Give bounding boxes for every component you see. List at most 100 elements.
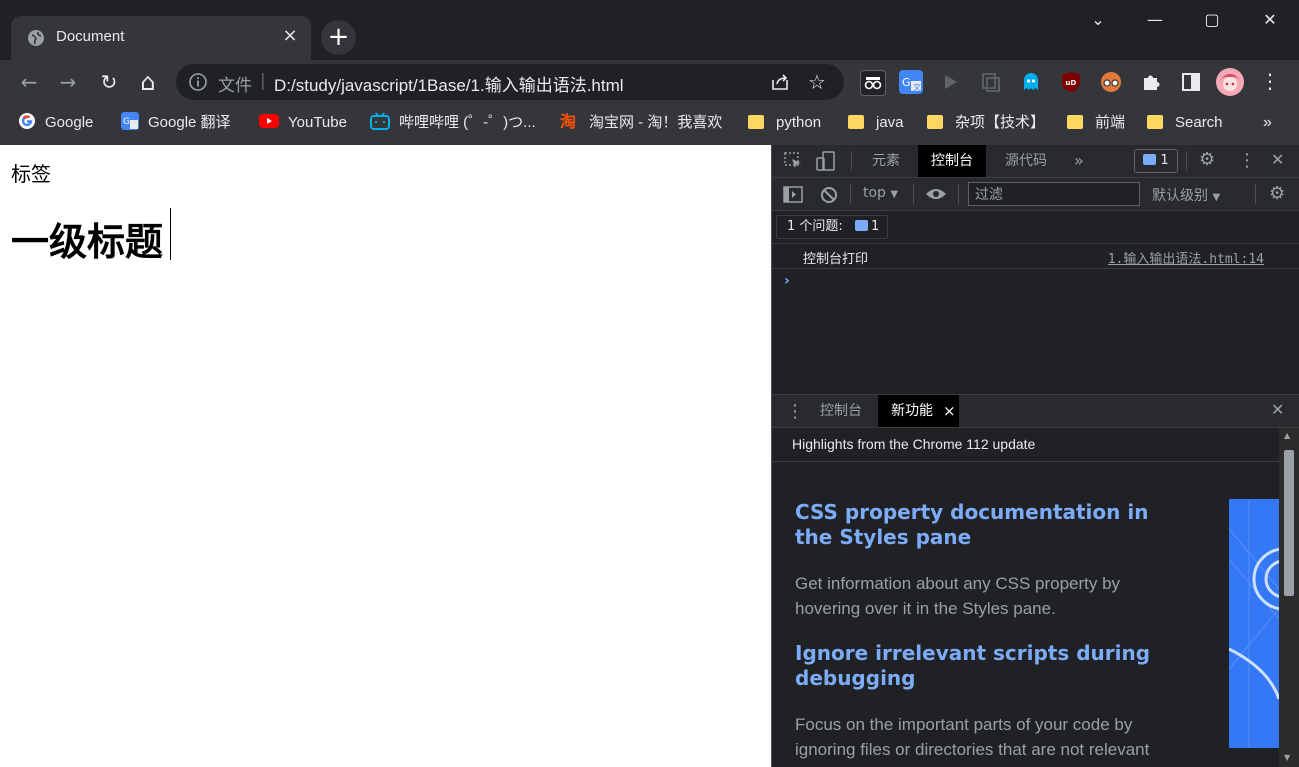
whats-new-video-thumbnail[interactable] [1229, 499, 1279, 748]
message-icon [1143, 154, 1157, 165]
log-level-selector[interactable]: 默认级别 ▼ [1152, 185, 1220, 205]
devtools-menu-icon[interactable]: ⋮ [1238, 150, 1256, 171]
text-caret [170, 208, 171, 260]
bookmark-folder-python[interactable]: python [748, 112, 821, 134]
issues-link[interactable]: 1 个问题: 1 [776, 215, 889, 239]
divider [851, 151, 852, 171]
extension-translate-icon[interactable]: G文 [899, 70, 923, 94]
console-prompt-icon[interactable]: › [784, 273, 790, 289]
bookmark-folder-frontend[interactable]: 前端 [1067, 112, 1125, 134]
tab-sources[interactable]: 源代码 [992, 145, 1060, 177]
inspect-element-icon[interactable] [784, 152, 804, 170]
issues-badge-button[interactable]: 1 [1134, 149, 1178, 173]
device-toolbar-icon[interactable] [816, 151, 836, 171]
extensions-puzzle-icon[interactable] [1139, 70, 1163, 94]
bookmark-folder-java[interactable]: java [848, 112, 904, 134]
info-icon[interactable] [188, 72, 208, 92]
share-icon[interactable] [770, 72, 790, 92]
feature-description: Get information about any CSS property b… [795, 574, 1121, 618]
bilibili-icon [370, 112, 390, 130]
bookmark-label: Google 翻译 [148, 114, 231, 131]
bookmark-star-icon[interactable]: ☆ [808, 70, 826, 94]
globe-icon [28, 30, 44, 46]
scroll-down-icon[interactable]: ▼ [1284, 753, 1290, 762]
feature-heading-link[interactable]: Ignore irrelevant scripts during debuggi… [795, 641, 1175, 691]
extension-copy-icon[interactable] [979, 70, 1003, 94]
console-message-text: 控制台打印 [803, 252, 869, 267]
bookmark-label: 淘宝网 - 淘！我喜欢 [589, 114, 723, 131]
console-message-source-link[interactable]: 1.输入输出语法.html:14 [1108, 248, 1264, 267]
bookmark-folder-misc[interactable]: 杂项【技术】 [927, 112, 1045, 134]
tab-close-icon[interactable]: × [279, 25, 301, 47]
settings-gear-icon[interactable]: ⚙ [1199, 149, 1215, 170]
browser-toolbar: ← → ↻ ⌂ 文件 | D:/study/javascript/1Base/1… [0, 60, 1299, 104]
more-tabs-icon[interactable]: » [1074, 151, 1084, 170]
tab-search-icon[interactable]: ⌄ [1083, 8, 1113, 32]
context-label: top [863, 185, 886, 201]
folder-icon [1067, 115, 1083, 129]
reload-button[interactable]: ↻ [95, 68, 123, 96]
url-text[interactable]: D:/study/javascript/1Base/1.输入输出语法.html [274, 71, 624, 96]
drawer-tab-close-icon[interactable]: × [943, 402, 956, 420]
bookmarks-bar: Google G Google 翻译 YouTube 哔哩哔哩 (゜-゜)つ..… [0, 104, 1299, 145]
bookmark-google[interactable]: Google [18, 112, 93, 134]
bookmarks-overflow-button[interactable]: » [1263, 112, 1272, 134]
address-bar[interactable]: 文件 | D:/study/javascript/1Base/1.输入输出语法.… [176, 64, 844, 100]
side-panel-icon[interactable] [1179, 70, 1203, 94]
extension-ghostery-icon[interactable] [1019, 70, 1043, 94]
feature-description: Focus on the important parts of your cod… [795, 715, 1150, 759]
svg-text:G: G [123, 117, 130, 127]
bookmark-label: Search [1175, 114, 1223, 131]
feature-heading-link[interactable]: CSS property documentation in the Styles… [795, 500, 1175, 550]
bookmark-label: 哔哩哔哩 (゜-゜)つ... [399, 114, 536, 131]
issues-count: 1 [1160, 153, 1169, 168]
whats-new-scrollbar[interactable]: ▲ ▼ [1279, 428, 1299, 767]
whats-new-header: Highlights from the Chrome 112 update [772, 428, 1279, 462]
bookmark-taobao[interactable]: 淘淘宝网 - 淘！我喜欢 [560, 112, 722, 134]
console-toolbar: top ▼ 过滤 默认级别 ▼ ⚙ [772, 178, 1299, 211]
drawer-menu-icon[interactable]: ⋮ [786, 401, 804, 422]
forward-button[interactable]: → [54, 68, 82, 96]
taobao-icon: 淘 [560, 114, 577, 131]
extension-incognito-icon[interactable] [860, 70, 886, 96]
extension-glasses-icon[interactable] [1099, 70, 1123, 94]
minimize-button[interactable]: — [1140, 8, 1170, 32]
bookmark-bilibili[interactable]: 哔哩哔哩 (゜-゜)つ... [370, 112, 536, 134]
close-devtools-icon[interactable]: ✕ [1271, 150, 1284, 169]
tab-strip: Document × + ⌄ — ▢ ✕ [0, 0, 1299, 60]
extension-play-icon[interactable] [938, 70, 962, 94]
page-viewport: 标签 一级标题 [0, 145, 771, 767]
close-window-button[interactable]: ✕ [1255, 8, 1285, 32]
console-settings-gear-icon[interactable]: ⚙ [1269, 183, 1285, 204]
bookmark-folder-search[interactable]: Search [1147, 112, 1223, 134]
browser-tab[interactable]: Document × [11, 16, 311, 60]
page-heading: 一级标题 [11, 222, 164, 264]
scroll-up-icon[interactable]: ▲ [1284, 431, 1290, 440]
folder-icon [927, 115, 943, 129]
extension-ublock-icon[interactable]: uD [1059, 70, 1083, 94]
new-tab-button[interactable]: + [321, 20, 356, 55]
console-filter-input[interactable]: 过滤 [968, 182, 1140, 206]
tab-console[interactable]: 控制台 [918, 145, 986, 177]
message-icon [854, 220, 868, 231]
more-menu-icon[interactable]: ⋮ [1258, 70, 1282, 94]
avatar[interactable] [1216, 68, 1244, 96]
drawer-tabbar: ⋮ 控制台 新功能 × ✕ [772, 394, 1299, 428]
maximize-button[interactable]: ▢ [1197, 8, 1227, 32]
clear-console-icon[interactable] [820, 186, 838, 204]
scrollbar-thumb[interactable] [1284, 450, 1294, 596]
drawer-tab-console[interactable]: 控制台 [807, 395, 875, 427]
bookmark-google-translate[interactable]: G Google 翻译 [121, 112, 231, 134]
close-drawer-icon[interactable]: ✕ [1271, 400, 1284, 419]
bookmark-label: python [776, 114, 822, 131]
sidebar-toggle-icon[interactable] [783, 186, 803, 203]
bookmark-label: java [876, 114, 904, 131]
svg-text:文: 文 [913, 82, 921, 92]
home-button[interactable]: ⌂ [134, 68, 162, 96]
back-button[interactable]: ← [15, 68, 43, 96]
bookmark-youtube[interactable]: YouTube [259, 112, 347, 134]
context-selector[interactable]: top ▼ [863, 185, 898, 201]
tab-elements[interactable]: 元素 [859, 145, 913, 177]
whats-new-title: Highlights from the Chrome 112 update [792, 436, 1036, 452]
live-expression-eye-icon[interactable] [925, 187, 947, 201]
